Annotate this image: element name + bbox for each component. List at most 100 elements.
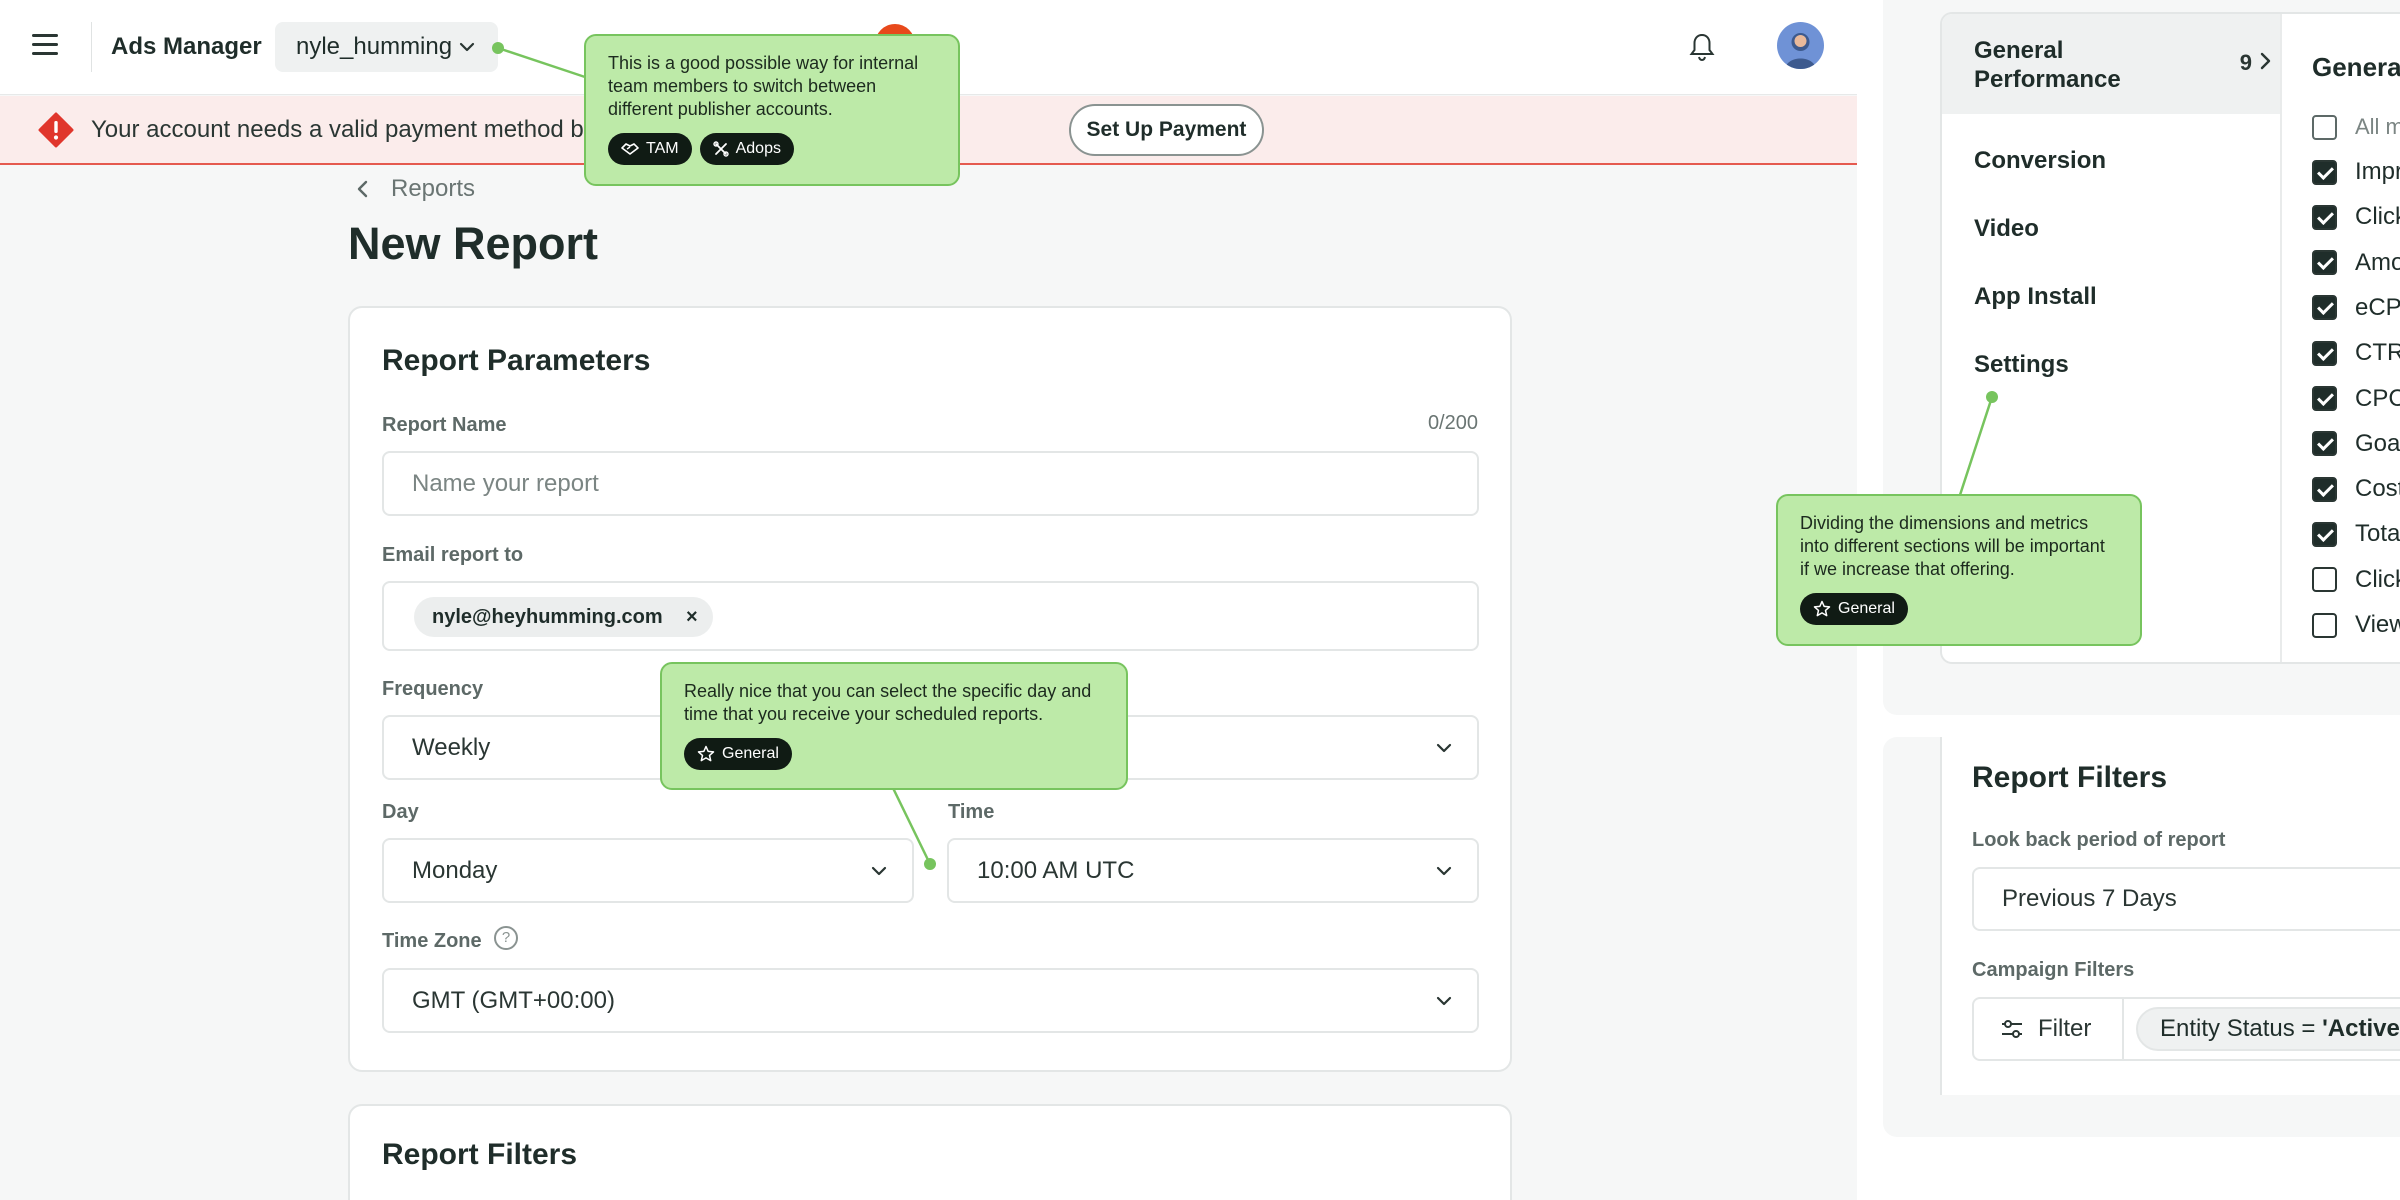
category-app-install[interactable]: App Install <box>1942 283 2280 311</box>
star-icon <box>1813 600 1831 617</box>
filter-button[interactable]: Filter <box>1974 999 2124 1059</box>
category-video[interactable]: Video <box>1942 215 2280 243</box>
metric-checkbox[interactable] <box>2312 340 2337 366</box>
frequency-value: Weekly <box>412 733 491 761</box>
user-avatar[interactable] <box>1777 22 1824 69</box>
time-zone-label: Time Zone <box>382 930 482 952</box>
email-recipients-field[interactable]: nyle@heyhumming.com × <box>382 581 1479 651</box>
remove-email-icon[interactable]: × <box>686 606 698 629</box>
report-filters-card: Report Filters <box>348 1104 1512 1200</box>
comment-bubble-account-switcher[interactable]: This is a good possible way for internal… <box>584 34 960 186</box>
menu-icon[interactable] <box>32 34 58 60</box>
chevron-left-icon <box>357 180 368 198</box>
bell-icon[interactable] <box>1688 32 1716 62</box>
comment-bubble-metric-sections[interactable]: Dividing the dimensions and metrics into… <box>1776 494 2142 646</box>
chevron-down-icon <box>1436 996 1452 1005</box>
filter-chip-prefix: Entity Status = <box>2160 1015 2323 1042</box>
comment-text: This is a good possible way for internal… <box>608 53 919 119</box>
metric-checkbox[interactable] <box>2312 431 2337 457</box>
report-name-input[interactable]: Name your report <box>382 451 1479 516</box>
page-title: New Report <box>348 218 599 269</box>
time-zone-value: GMT (GMT+00:00) <box>412 986 615 1014</box>
metric-checkbox[interactable] <box>2312 567 2337 593</box>
chevron-right-icon <box>2260 52 2271 70</box>
app-title: Ads Manager <box>111 33 262 60</box>
metric-checkbox[interactable] <box>2312 612 2337 638</box>
filter-chip-value: 'Active', 'I <box>2322 1015 2400 1042</box>
lookback-select[interactable]: Previous 7 Days <box>1972 867 2400 931</box>
tools-icon <box>712 141 729 157</box>
metric-checkbox[interactable] <box>2312 250 2337 276</box>
email-chip: nyle@heyhumming.com × <box>414 597 713 637</box>
report-name-label: Report Name <box>382 414 507 436</box>
metric-label: Impres <box>2355 158 2400 185</box>
all-metrics-checkbox[interactable] <box>2312 114 2337 140</box>
comment-text: Really nice that you can select the spec… <box>684 681 1092 724</box>
day-select[interactable]: Monday <box>382 838 914 903</box>
metric-label: Goal (A <box>2355 429 2400 457</box>
metric-row[interactable]: CPC <box>2312 384 2400 414</box>
metric-row[interactable]: Amoun <box>2312 248 2400 278</box>
metric-checkbox[interactable] <box>2312 476 2337 502</box>
email-chip-label: nyle@heyhumming.com <box>432 605 663 628</box>
category-label: General Performance <box>1974 37 2121 93</box>
help-icon[interactable]: ? <box>494 926 518 950</box>
lookback-label: Look back period of report <box>1972 829 2226 851</box>
account-switcher[interactable]: nyle_humming <box>275 22 498 72</box>
metric-row[interactable]: Goal (A <box>2312 429 2400 459</box>
comment-bubble-schedule[interactable]: Really nice that you can select the spec… <box>660 662 1128 790</box>
category-conversion[interactable]: Conversion <box>1942 147 2280 175</box>
chevron-down-icon <box>871 866 887 875</box>
tag-tam[interactable]: TAM <box>608 133 692 165</box>
comment-text: Dividing the dimensions and metrics into… <box>1800 513 2105 579</box>
campaign-filter-field: Filter Entity Status = 'Active', 'I <box>1972 997 2400 1061</box>
metric-row[interactable]: Clicks <box>2312 202 2400 232</box>
metric-checkbox[interactable] <box>2312 521 2337 547</box>
back-link-label: Reports <box>391 175 476 202</box>
star-icon <box>697 745 715 762</box>
category-general-performance[interactable]: General Performance 9 <box>1942 14 2280 114</box>
day-label: Day <box>382 801 419 823</box>
tag-general[interactable]: General <box>1800 593 1908 625</box>
report-filters-panel-title: Report Filters <box>1972 761 2168 794</box>
metric-checkbox[interactable] <box>2312 159 2337 185</box>
comment-tags: TAM Adops <box>608 133 936 165</box>
metric-checkbox[interactable] <box>2312 204 2337 230</box>
metric-row[interactable]: CTR <box>2312 338 2400 368</box>
alert-icon <box>38 112 74 148</box>
metric-label: Click T <box>2355 565 2400 593</box>
category-settings[interactable]: Settings <box>1942 351 2280 379</box>
topbar-divider <box>91 22 92 72</box>
metric-row[interactable]: Cost Pe <box>2312 474 2400 504</box>
metric-row[interactable]: Click T <box>2312 565 2400 595</box>
tag-adops[interactable]: Adops <box>699 133 794 165</box>
report-name-char-count: 0/200 <box>1427 412 1478 434</box>
metric-row[interactable]: View T <box>2312 610 2400 640</box>
metric-label: CTR <box>2355 339 2400 367</box>
metric-group-heading: General Pe <box>2312 52 2400 82</box>
frequency-label: Frequency <box>382 678 484 700</box>
metric-label: Total R <box>2355 520 2400 548</box>
time-zone-select[interactable]: GMT (GMT+00:00) <box>382 968 1479 1033</box>
campaign-filters-label: Campaign Filters <box>1972 959 2135 981</box>
back-to-reports-link[interactable]: Reports <box>355 175 475 203</box>
metric-row[interactable]: Total R <box>2312 519 2400 549</box>
all-metrics-row[interactable]: All metr <box>2312 112 2400 142</box>
metric-checkbox[interactable] <box>2312 386 2337 411</box>
report-filters-title: Report Filters <box>382 1138 578 1171</box>
comment-tags: General <box>1800 593 2118 625</box>
entity-status-filter-chip[interactable]: Entity Status = 'Active', 'I <box>2136 1007 2400 1051</box>
set-up-payment-button[interactable]: Set Up Payment <box>1069 104 1264 156</box>
report-name-placeholder: Name your report <box>412 469 599 497</box>
metric-row[interactable]: eCPM <box>2312 293 2400 323</box>
metric-checkbox[interactable] <box>2312 295 2337 321</box>
time-select[interactable]: 10:00 AM UTC <box>947 838 1479 903</box>
metric-row[interactable]: Impres <box>2312 157 2400 187</box>
tag-general[interactable]: General <box>684 738 792 770</box>
metric-label: View T <box>2355 611 2400 638</box>
metric-label: CPC <box>2355 384 2400 412</box>
filter-button-label: Filter <box>2038 1015 2092 1042</box>
metric-label: Clicks <box>2355 203 2400 231</box>
email-label: Email report to <box>382 544 524 566</box>
sliders-icon <box>2002 1020 2022 1038</box>
